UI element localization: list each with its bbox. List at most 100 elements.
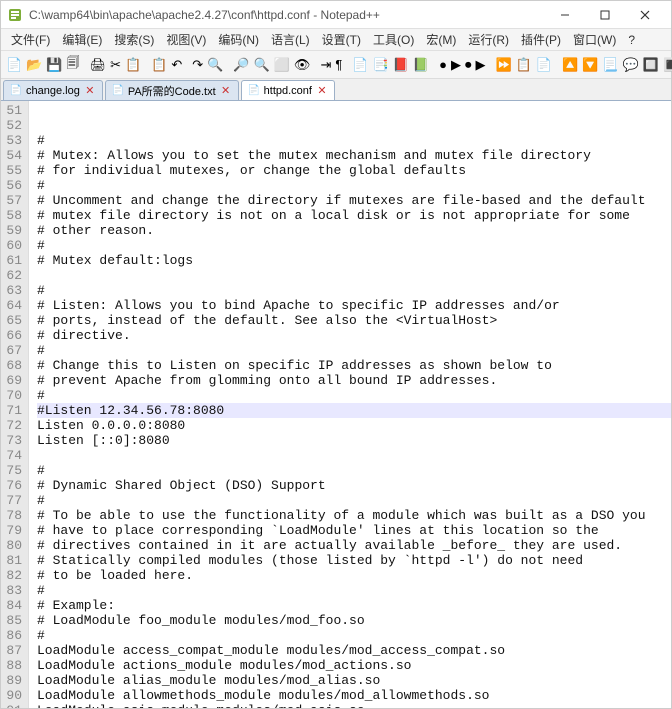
- code-line[interactable]: Listen 0.0.0.0:8080: [37, 418, 671, 433]
- toolbar-button-6[interactable]: 📋: [124, 55, 142, 75]
- code-line[interactable]: # prevent Apache from glomming onto all …: [37, 373, 671, 388]
- menu-item-6[interactable]: 设置(T): [316, 29, 367, 50]
- toolbar-button-26[interactable]: 📋: [515, 55, 533, 75]
- code-line[interactable]: # Uncomment and change the directory if …: [37, 193, 671, 208]
- toolbar-button-9[interactable]: ↷: [191, 55, 204, 75]
- tab-2[interactable]: 📄httpd.conf✕: [241, 80, 335, 100]
- toolbar-button-24[interactable]: ▶: [474, 55, 486, 75]
- code-line[interactable]: # to be loaded here.: [37, 568, 671, 583]
- code-line[interactable]: # LoadModule foo_module modules/mod_foo.…: [37, 613, 671, 628]
- code-line[interactable]: # Mutex default:logs: [37, 253, 671, 268]
- code-line[interactable]: #: [37, 283, 671, 298]
- code-line[interactable]: LoadModule allowmethods_module modules/m…: [37, 688, 671, 703]
- toolbar-button-10[interactable]: 🔍: [206, 55, 224, 75]
- toolbar-button-27[interactable]: 📄: [535, 55, 553, 75]
- toolbar-button-0[interactable]: 📄: [5, 55, 23, 75]
- code-line[interactable]: # directive.: [37, 328, 671, 343]
- toolbar-button-19[interactable]: 📕: [392, 55, 410, 75]
- toolbar-button-16[interactable]: ¶: [334, 55, 343, 75]
- tab-1[interactable]: 📄PA所需的Code.txt✕: [105, 80, 239, 100]
- code-line[interactable]: # Listen: Allows you to bind Apache to s…: [37, 298, 671, 313]
- code-line[interactable]: # Change this to Listen on specific IP a…: [37, 358, 671, 373]
- code-area[interactable]: ## Mutex: Allows you to set the mutex me…: [29, 101, 671, 708]
- code-line[interactable]: LoadModule actions_module modules/mod_ac…: [37, 658, 671, 673]
- toolbar-button-7[interactable]: 📋: [150, 55, 168, 75]
- code-line[interactable]: # Statically compiled modules (those lis…: [37, 553, 671, 568]
- toolbar-button-23[interactable]: ⏺: [464, 55, 473, 75]
- toolbar-button-13[interactable]: ⬜: [273, 55, 291, 75]
- toolbar-button-5[interactable]: ✂: [109, 55, 122, 75]
- code-line[interactable]: #: [37, 343, 671, 358]
- code-line[interactable]: LoadModule asis_module modules/mod_asis.…: [37, 703, 671, 708]
- code-line[interactable]: #: [37, 238, 671, 253]
- toolbar-button-8[interactable]: ↶: [170, 55, 183, 75]
- code-line[interactable]: LoadModule access_compat_module modules/…: [37, 643, 671, 658]
- menu-item-9[interactable]: 运行(R): [462, 29, 515, 50]
- code-line[interactable]: [37, 103, 671, 118]
- toolbar-button-2[interactable]: 💾: [45, 55, 63, 75]
- code-line[interactable]: # Example:: [37, 598, 671, 613]
- toolbar-button-15[interactable]: ⇥: [319, 55, 332, 75]
- toolbar-button-3[interactable]: 🗐: [66, 55, 81, 75]
- code-line[interactable]: # To be able to use the functionality of…: [37, 508, 671, 523]
- tab-close-icon[interactable]: ✕: [316, 85, 328, 97]
- editor: 5152535455565758596061626364656667686970…: [1, 101, 671, 708]
- code-line[interactable]: # have to place corresponding `LoadModul…: [37, 523, 671, 538]
- code-line[interactable]: #: [37, 583, 671, 598]
- close-button[interactable]: [625, 1, 665, 29]
- toolbar-button-4[interactable]: 🖨: [89, 55, 108, 75]
- tab-0[interactable]: 📄change.log✕: [3, 80, 103, 100]
- menu-item-3[interactable]: 视图(V): [160, 29, 212, 50]
- toolbar-button-1[interactable]: 📂: [25, 55, 43, 75]
- code-line[interactable]: # for individual mutexes, or change the …: [37, 163, 671, 178]
- menu-item-8[interactable]: 宏(M): [420, 29, 462, 50]
- code-line[interactable]: [37, 268, 671, 283]
- code-line[interactable]: # mutex file directory is not on a local…: [37, 208, 671, 223]
- code-line[interactable]: #: [37, 493, 671, 508]
- code-line[interactable]: # other reason.: [37, 223, 671, 238]
- maximize-button[interactable]: [585, 1, 625, 29]
- menu-item-12[interactable]: ?: [622, 31, 641, 49]
- code-line[interactable]: [37, 448, 671, 463]
- code-line[interactable]: #: [37, 133, 671, 148]
- tab-close-icon[interactable]: ✕: [84, 85, 96, 97]
- code-line[interactable]: #: [37, 178, 671, 193]
- toolbar-button-11[interactable]: 🔎: [232, 55, 250, 75]
- line-number: 71: [5, 403, 22, 418]
- code-line[interactable]: #: [37, 388, 671, 403]
- menu-item-4[interactable]: 编码(N): [212, 29, 265, 50]
- toolbar-button-31[interactable]: 💬: [622, 55, 640, 75]
- toolbar-button-20[interactable]: 📗: [412, 55, 430, 75]
- toolbar-button-30[interactable]: 📃: [601, 55, 619, 75]
- code-line[interactable]: LoadModule alias_module modules/mod_alia…: [37, 673, 671, 688]
- code-line[interactable]: # directives contained in it are actuall…: [37, 538, 671, 553]
- menu-item-7[interactable]: 工具(O): [367, 29, 420, 50]
- toolbar-button-33[interactable]: 🔳: [662, 55, 672, 75]
- menu-item-1[interactable]: 编辑(E): [56, 29, 108, 50]
- toolbar-button-28[interactable]: 🔼: [561, 55, 579, 75]
- menu-item-2[interactable]: 搜索(S): [108, 29, 160, 50]
- menu-item-5[interactable]: 语言(L): [265, 29, 316, 50]
- toolbar-button-29[interactable]: 🔽: [581, 55, 599, 75]
- toolbar-button-21[interactable]: ●: [438, 55, 448, 75]
- code-line[interactable]: #Listen 12.34.56.78:8080: [37, 403, 671, 418]
- toolbar-button-25[interactable]: ⏩: [494, 55, 512, 75]
- code-line[interactable]: [37, 118, 671, 133]
- code-line[interactable]: Listen [::0]:8080: [37, 433, 671, 448]
- toolbar-button-22[interactable]: ▶: [450, 55, 462, 75]
- code-line[interactable]: # Dynamic Shared Object (DSO) Support: [37, 478, 671, 493]
- code-line[interactable]: #: [37, 463, 671, 478]
- code-line[interactable]: # Mutex: Allows you to set the mutex mec…: [37, 148, 671, 163]
- menu-item-11[interactable]: 窗口(W): [567, 29, 622, 50]
- code-line[interactable]: # ports, instead of the default. See als…: [37, 313, 671, 328]
- toolbar-button-18[interactable]: 📑: [372, 55, 390, 75]
- minimize-button[interactable]: [545, 1, 585, 29]
- toolbar-button-17[interactable]: 📄: [351, 55, 369, 75]
- menu-item-0[interactable]: 文件(F): [5, 29, 56, 50]
- toolbar-button-32[interactable]: 🔲: [642, 55, 660, 75]
- toolbar-button-12[interactable]: 🔍: [253, 55, 271, 75]
- tab-close-icon[interactable]: ✕: [220, 85, 232, 97]
- code-line[interactable]: #: [37, 628, 671, 643]
- menu-item-10[interactable]: 插件(P): [515, 29, 567, 50]
- toolbar-button-14[interactable]: 👁: [293, 55, 312, 75]
